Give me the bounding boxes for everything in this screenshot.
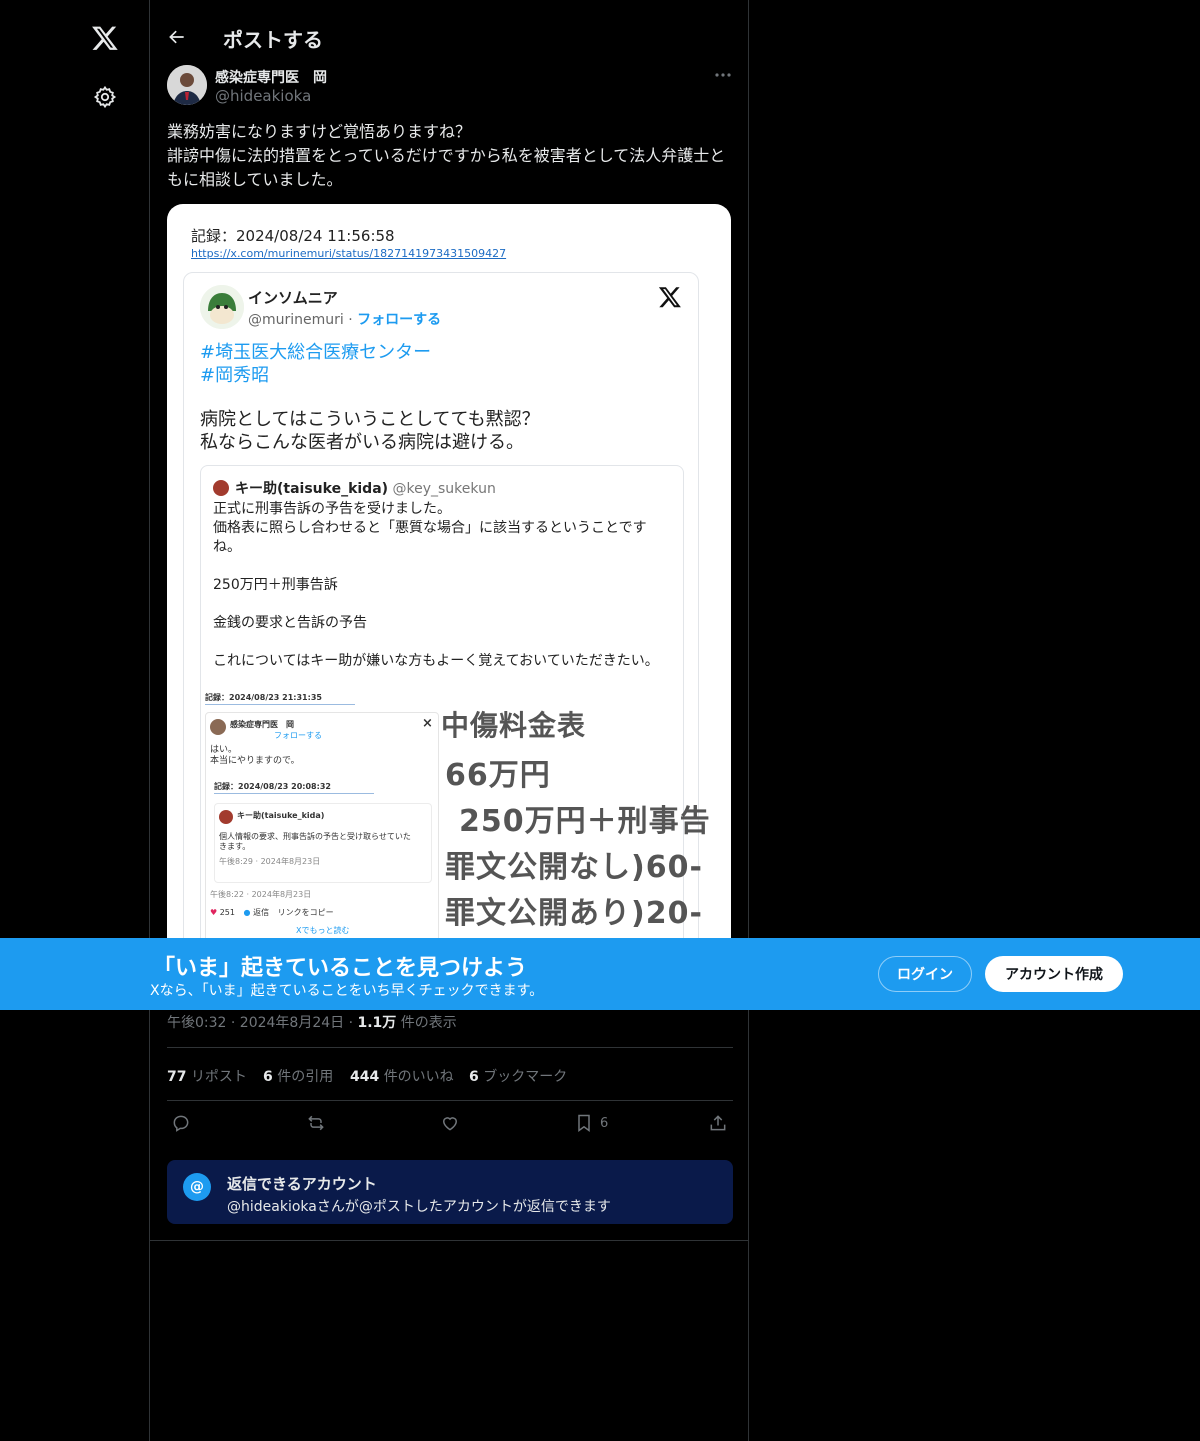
stat-bookmarks[interactable]: 6 ブックマーク — [469, 1066, 567, 1086]
bookmark-count: 6 — [600, 1115, 609, 1131]
price-line-3: 250万円＋刑事告 — [459, 804, 711, 839]
tweet-meta: 午後0:32 · 2024年8月24日 · 1.1万 件の表示 — [167, 1015, 457, 1031]
nested-record-2: 記録：2024/08/23 20:08:32 — [214, 782, 331, 791]
nested-like-count: 251 — [219, 908, 235, 917]
stat-quotes-label: 件の引用 — [277, 1069, 334, 1085]
heart-icon — [442, 1117, 458, 1131]
reply-restriction-title: 返信できるアカウント — [227, 1175, 377, 1193]
nested-close-icon: × — [422, 716, 433, 731]
page-title: ポストする — [223, 28, 323, 52]
nested-quote-card: キー助(taisuke_kida) 個人情報の要求、刑事告訴の予告と受け取らせて… — [214, 803, 432, 883]
nested-reply-icon: ● — [243, 908, 251, 917]
reply-restriction-box: @ 返信できるアカウント @hideakiokaさんが@ポストしたアカウントが返… — [167, 1160, 733, 1224]
nested-copy-label: リンクをコピー — [277, 908, 334, 917]
nested-time-3: 午後8:22 · 2024年8月23日 — [210, 890, 312, 899]
stat-reposts-label: リポスト — [190, 1069, 247, 1085]
x-logo-icon[interactable] — [85, 18, 125, 58]
quote-handle: @key_sukekun — [392, 481, 496, 497]
stat-quotes-num: 6 — [263, 1069, 273, 1085]
price-line-4: 罪文公開なし)60- — [445, 850, 703, 885]
tweet-media-image[interactable]: 記録：2024/08/24 11:56:58 https://x.com/mur… — [167, 204, 731, 964]
quote-text: 正式に刑事告訴の予告を受けました。 価格表に照らし合わせると「悪質な場合」に該当… — [213, 501, 659, 669]
back-arrow-icon[interactable] — [162, 22, 192, 52]
view-count: 1.1万 — [357, 1015, 397, 1031]
nested-quote-text: 個人情報の要求、刑事告訴の予告と受け取らせていた きます。 — [219, 832, 411, 851]
tweet-timestamp[interactable]: 午後0:32 · 2024年8月24日 — [167, 1015, 344, 1031]
price-line-1: 中傷料金表 — [441, 709, 587, 742]
more-options-icon[interactable] — [710, 64, 736, 86]
author-handle[interactable]: @hideakioka — [215, 87, 311, 105]
bookmark-button[interactable]: 6 — [574, 1113, 608, 1133]
nested-follow: フォローする — [274, 731, 322, 740]
left-nav — [0, 0, 149, 1441]
banner-title: 「いま」起きていることを見つけよう — [153, 956, 528, 981]
nested-quote-avatar — [219, 810, 233, 824]
nested-reply-label: 返信 — [253, 908, 270, 917]
tweet-text: 業務妨害になりますけど覚悟ありますね？ 誹謗中傷に法的措置をとっているだけですか… — [167, 122, 726, 189]
price-line-2: 66万円 — [445, 758, 551, 793]
settings-gear-icon[interactable] — [85, 77, 125, 117]
reply-button[interactable] — [171, 1113, 191, 1133]
create-account-button[interactable]: アカウント作成 — [985, 956, 1123, 992]
quoted-post-card: キー助(taisuke_kida) @key_sukekun 正式に刑事告訴の予… — [200, 465, 710, 964]
bookmark-icon — [578, 1114, 590, 1132]
nested-reply-text: はい。 本当にやりますので。 — [210, 745, 300, 766]
embed-author-name: インソムニア — [248, 289, 338, 307]
nested-avatar — [210, 719, 226, 735]
embed-hashtag-2: #岡秀昭 — [200, 365, 270, 386]
embed-follow-label: フォローする — [357, 312, 442, 328]
repost-button[interactable] — [305, 1113, 327, 1133]
nested-record-1: 記録：2024/08/23 21:31:35 — [205, 693, 322, 702]
embedded-post-card: インソムニア @murinemuri · フォローする #埼玉医大総合医療センタ… — [183, 272, 710, 964]
nested-more-link: Xでもっと読む — [296, 926, 350, 935]
author-avatar[interactable] — [167, 65, 207, 105]
price-line-5: 罪文公開あり)20- — [445, 896, 703, 931]
stat-likes-label: 件のいいね — [383, 1069, 454, 1085]
stat-likes-num: 444 — [350, 1069, 380, 1085]
nested-actions: ♥ 251 ● 返信 リンクをコピー — [210, 907, 334, 918]
embed-x-logo-icon — [658, 285, 682, 313]
nested-quote-name: キー助(taisuke_kida) — [237, 811, 325, 820]
quote-avatar — [213, 480, 229, 496]
embed-handle: @murinemuri — [248, 312, 344, 328]
stat-reposts-num: 77 — [167, 1069, 187, 1085]
stat-reposts[interactable]: 77 リポスト — [167, 1066, 247, 1086]
share-button[interactable] — [708, 1113, 728, 1133]
divider-3 — [150, 1240, 748, 1241]
view-label: 件の表示 — [400, 1015, 457, 1031]
reply-icon — [173, 1115, 189, 1132]
embed-avatar — [200, 285, 244, 329]
signup-banner: 「いま」起きていることを見つけよう Xなら、「いま」起きていることをいち早くチェ… — [0, 938, 1200, 1010]
embed-hashtag-1: #埼玉医大総合医療センター — [200, 342, 432, 363]
stat-quotes[interactable]: 6 件の引用 — [263, 1066, 333, 1086]
author-name[interactable]: 感染症専門医 岡 — [215, 67, 327, 87]
quote-header: キー助(taisuke_kida) @key_sukekun — [235, 478, 496, 498]
quote-author-name: キー助(taisuke_kida) — [235, 481, 389, 497]
media-source-link: https://x.com/murinemuri/status/18271419… — [191, 247, 507, 260]
nested-card: 感染症専門医 岡 フォローする × はい。 本当にやりますので。 記録：2024… — [205, 712, 439, 964]
embed-handle-row: @murinemuri · フォローする — [248, 312, 442, 328]
at-sign-icon: @ — [183, 1173, 211, 1201]
like-button[interactable] — [440, 1113, 460, 1133]
nested-heart-icon: ♥ — [210, 908, 218, 917]
stat-bookmarks-label: ブックマーク — [483, 1069, 568, 1085]
nested-quote-time: 午後8:29 · 2024年8月23日 — [219, 857, 321, 866]
stat-bookmarks-num: 6 — [469, 1069, 479, 1085]
share-icon — [710, 1115, 726, 1131]
banner-subtitle: Xなら、「いま」起きていることをいち早くチェックできます。 — [150, 983, 544, 999]
nested-link-1 — [205, 704, 355, 705]
main-column: ポストする 感染症専門医 岡 @hideakioka 業務妨害になりますけど覚悟… — [149, 0, 749, 1441]
divider-1 — [167, 1047, 733, 1048]
divider-2 — [167, 1100, 733, 1101]
stat-likes[interactable]: 444 件のいいね — [350, 1066, 454, 1086]
nested-author-name: 感染症専門医 岡 — [230, 720, 294, 729]
nested-link-2 — [214, 793, 374, 794]
repost-icon — [308, 1115, 324, 1131]
media-record-timestamp: 記録：2024/08/24 11:56:58 — [191, 227, 395, 245]
embed-body-text: 病院としてはこういうことしてても黙認？ 私ならこんな医者がいる病院は避ける。 — [200, 409, 540, 453]
reply-restriction-text: @hideakiokaさんが@ポストしたアカウントが返信できます — [227, 1199, 611, 1215]
login-button[interactable]: ログイン — [878, 956, 972, 992]
